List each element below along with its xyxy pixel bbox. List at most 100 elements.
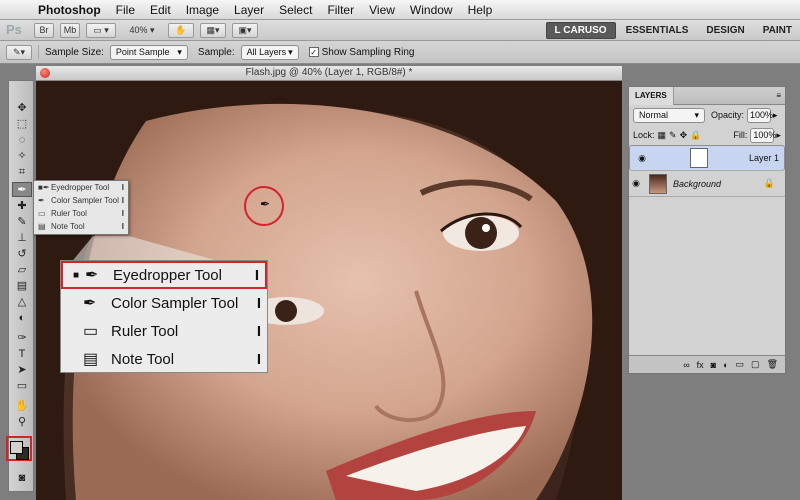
zoom-tool-icon[interactable]: ⚲ [12,415,32,430]
clone-stamp-tool-icon[interactable]: ⊥ [12,231,32,246]
chevron-right-icon[interactable]: ▸ [776,130,781,141]
sample-select[interactable]: All Layers ▾ [240,44,299,60]
flyout-item-color-sampler[interactable]: ✒ Color Sampler Tool I [34,194,128,207]
layers-panel-header: LAYERS ≡ [629,86,785,105]
layer-row-layer1[interactable]: ◉ Layer 1 [629,145,785,171]
gradient-tool-icon[interactable]: ▤ [12,279,32,294]
show-sampling-ring-checkbox[interactable]: ✓ [308,47,319,57]
visibility-eye-icon[interactable]: ◉ [629,178,643,189]
crop-tool-icon[interactable]: ⌗ [12,165,32,180]
quick-select-tool-icon[interactable]: ✧ [12,149,32,164]
menu-select[interactable]: Select [279,3,312,17]
new-layer-icon[interactable]: ▢ [751,359,760,370]
blur-tool-icon[interactable]: △ [12,295,32,310]
type-tool-icon[interactable]: T [12,347,32,362]
chevron-down-icon: ▾ [177,46,182,57]
menu-file[interactable]: File [116,3,135,17]
screen-mode-button[interactable]: ▣▾ [232,22,258,38]
color-sampler-icon: ✒ [83,295,97,312]
shortcut-key: I [121,196,124,205]
shortcut-key: I [121,209,124,218]
chevron-down-icon: ▾ [288,46,293,57]
hand-zoom-button[interactable]: ✋ [168,22,194,38]
arrange-documents-button[interactable]: ▦▾ [200,22,226,38]
flyout-item-eyedropper[interactable]: ■✒ Eyedropper Tool I [34,181,128,194]
ruler-icon: ▭ [83,323,99,340]
sample-size-value: Point Sample [115,47,170,57]
brush-tool-icon[interactable]: ✎ [12,215,32,230]
shortcut-key: I [256,294,261,312]
zoomed-item-label: Eyedropper Tool [113,266,222,284]
lasso-tool-icon[interactable]: ◌ [12,133,32,148]
group-icon[interactable]: ▭ [736,359,745,370]
menu-image[interactable]: Image [186,3,219,17]
opacity-input[interactable]: 100% [747,107,773,123]
workspace-lcaruso[interactable]: L CARUSO [545,21,616,39]
lock-all-icon[interactable]: 🔒 [690,130,701,141]
view-extras-button[interactable]: ▭ ▾ [86,22,116,38]
flyout-item-ruler[interactable]: ▭ Ruler Tool I [34,207,128,220]
menu-bar: Photoshop File Edit Image Layer Select F… [0,0,800,20]
zoomed-item-label: Note Tool [111,350,175,368]
link-icon[interactable]: ∞ [683,360,689,370]
flyout-item-label: Ruler Tool [51,209,87,218]
eyedropper-icon: ■✒ [38,183,50,192]
panel-menu-icon[interactable]: ≡ [776,91,781,100]
eraser-tool-icon[interactable]: ▱ [12,263,32,278]
menu-help[interactable]: Help [468,3,493,17]
history-brush-tool-icon[interactable]: ↺ [12,247,32,262]
lock-position-icon[interactable]: ✥ [680,130,688,141]
eyedropper-tool-icon[interactable]: ✒ [12,182,32,197]
tool-flyout-menu: ■✒ Eyedropper Tool I ✒ Color Sampler Too… [33,180,129,235]
hand-tool-icon[interactable]: ✋ [12,399,32,414]
menu-photoshop[interactable]: Photoshop [38,3,101,17]
dodge-tool-icon[interactable]: ◐ [12,311,32,326]
move-tool-icon[interactable]: ✥ [12,101,32,116]
healing-brush-tool-icon[interactable]: ✚ [12,199,32,214]
tool-preset-picker[interactable]: ✎▾ [6,44,32,60]
lock-label: Lock: [633,130,655,140]
workspace-paint[interactable]: PAINT [755,22,800,39]
bridge-button[interactable]: Br [34,22,54,38]
visibility-eye-icon[interactable]: ◉ [635,153,649,164]
foreground-color-swatch[interactable] [10,441,23,454]
fx-icon[interactable]: fx [697,360,704,370]
quick-mask-icon[interactable]: ◙ [12,471,32,486]
pen-tool-icon[interactable]: ✑ [12,331,32,346]
mini-bridge-button[interactable]: Mb [60,22,80,38]
layers-tab[interactable]: LAYERS [629,86,674,105]
chevron-right-icon[interactable]: ▸ [773,110,778,121]
blend-mode-select[interactable]: Normal ▾ [633,107,705,123]
workspace-design[interactable]: DESIGN [698,22,752,39]
zoomed-item-eyedropper[interactable]: ■ ✒ Eyedropper Tool I [61,261,267,289]
document-title: Flash.jpg @ 40% (Layer 1, RGB/8#) * [245,67,413,78]
layers-panel-footer: ∞ fx ◙ ◐ ▭ ▢ 🗑 [629,355,785,373]
path-select-tool-icon[interactable]: ➤ [12,363,32,378]
menu-view[interactable]: View [369,3,395,17]
menu-edit[interactable]: Edit [150,3,171,17]
sample-size-select[interactable]: Point Sample ▾ [109,44,188,60]
zoomed-item-ruler[interactable]: ▭ Ruler Tool I [61,317,267,345]
trash-icon[interactable]: 🗑 [767,359,778,370]
marquee-tool-icon[interactable]: ⬚ [12,117,32,132]
lock-image-icon[interactable]: ✎ [669,130,677,141]
close-icon[interactable] [40,68,50,78]
adjustment-icon[interactable]: ◐ [723,360,728,370]
menu-window[interactable]: Window [410,3,453,17]
workspace-essentials[interactable]: ESSENTIALS [618,22,697,39]
zoomed-item-color-sampler[interactable]: ✒ Color Sampler Tool I [61,289,267,317]
document-titlebar[interactable]: Flash.jpg @ 40% (Layer 1, RGB/8#) * [36,66,622,81]
fill-input[interactable]: 100% [750,127,776,143]
shortcut-key: I [256,322,261,340]
menu-layer[interactable]: Layer [234,3,264,17]
mask-icon[interactable]: ◙ [711,360,716,370]
flyout-item-note[interactable]: ▤ Note Tool I [34,220,128,233]
sample-label: Sample: [197,46,235,58]
shape-tool-icon[interactable]: ▭ [12,379,32,394]
lock-transparency-icon[interactable]: ▦ [658,130,667,141]
menu-filter[interactable]: Filter [327,3,354,17]
zoomed-item-note[interactable]: ▤ Note Tool I [61,345,267,373]
layer-row-background[interactable]: ◉ Background 🔒 [629,171,785,197]
eyedropper-icon: ✒ [85,267,99,284]
zoom-level-select[interactable]: 40% ▾ [122,23,162,38]
